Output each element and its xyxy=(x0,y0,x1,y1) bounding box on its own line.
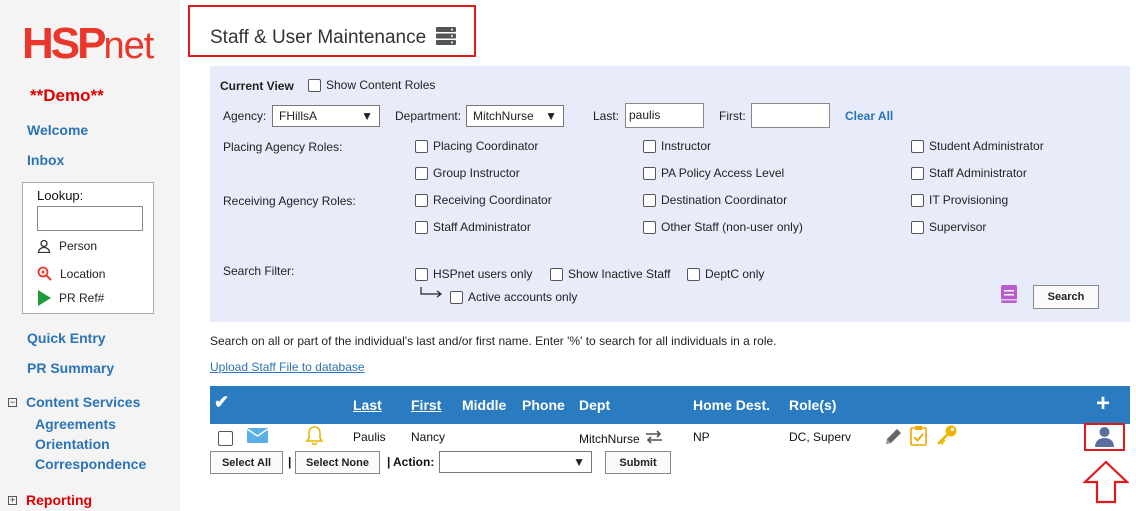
action-select[interactable]: ▼ xyxy=(439,451,592,473)
department-label: Department: xyxy=(395,109,462,123)
row-last: Paulis xyxy=(353,430,386,444)
column-home-dest: Home Dest. xyxy=(693,397,771,413)
staff-administrator-receiving-checkbox[interactable]: Staff Administrator xyxy=(415,220,531,234)
collapse-content-services-icon[interactable]: − xyxy=(8,398,17,407)
column-middle: Middle xyxy=(462,397,507,413)
bell-icon[interactable] xyxy=(305,425,324,445)
up-arrow-annotation-icon xyxy=(1083,460,1129,504)
receiving-coordinator-checkbox[interactable]: Receiving Coordinator xyxy=(415,193,552,207)
student-administrator-checkbox[interactable]: Student Administrator xyxy=(911,139,1044,153)
other-staff-checkbox[interactable]: Other Staff (non-user only) xyxy=(643,220,803,234)
nav-content-services[interactable]: Content Services xyxy=(26,394,140,410)
destination-coordinator-checkbox[interactable]: Destination Coordinator xyxy=(643,193,787,207)
upload-staff-file-link[interactable]: Upload Staff File to database xyxy=(210,360,365,374)
deptc-only-checkbox[interactable]: DeptC only xyxy=(687,267,764,281)
table-header: ✔ Last First Middle Phone Dept Home Dest… xyxy=(210,386,1130,424)
column-first[interactable]: First xyxy=(411,397,441,413)
dropdown-arrow-icon: ▼ xyxy=(545,109,557,123)
show-inactive-staff-checkbox[interactable]: Show Inactive Staff xyxy=(550,267,671,281)
show-content-roles-checkbox[interactable]: Show Content Roles xyxy=(308,78,435,92)
book-icon[interactable] xyxy=(1000,284,1018,304)
first-name-input[interactable] xyxy=(751,103,830,128)
nav-correspondence[interactable]: Correspondence xyxy=(35,456,146,472)
separator: | xyxy=(387,455,391,469)
sidebar: HSPnet **Demo** Welcome Inbox Lookup: Pe… xyxy=(0,0,180,511)
lookup-input[interactable] xyxy=(37,206,143,231)
search-filter-label: Search Filter: xyxy=(223,264,295,278)
dropdown-arrow-icon: ▼ xyxy=(573,455,585,469)
select-all-button[interactable]: Select All xyxy=(210,451,283,474)
search-button[interactable]: Search xyxy=(1033,285,1099,309)
group-instructor-checkbox[interactable]: Group Instructor xyxy=(415,166,520,180)
server-stack-icon[interactable] xyxy=(436,27,456,45)
play-triangle-icon xyxy=(38,290,51,306)
row-first: Nancy xyxy=(411,430,446,444)
separator: | xyxy=(288,455,292,469)
last-label: Last: xyxy=(593,109,620,123)
row-dept: MitchNurse xyxy=(579,432,640,446)
lookup-location[interactable]: Location xyxy=(37,266,105,281)
current-view-label: Current View xyxy=(220,79,294,93)
row-home-dest: NP xyxy=(693,430,710,444)
department-select[interactable]: MitchNurse ▼ xyxy=(466,105,564,127)
sub-option-arrow-icon xyxy=(420,287,442,298)
last-name-input[interactable]: paulis xyxy=(625,103,704,128)
nav-reporting[interactable]: Reporting xyxy=(26,492,92,508)
action-label: Action: xyxy=(393,455,435,469)
agency-select[interactable]: FHillsA ▼ xyxy=(272,105,380,127)
filter-panel: Current View Show Content Roles Agency: … xyxy=(210,66,1130,322)
column-roles: Role(s) xyxy=(789,397,837,413)
nav-agreements[interactable]: Agreements xyxy=(35,416,116,432)
instructor-checkbox[interactable]: Instructor xyxy=(643,139,711,153)
pa-policy-access-level-checkbox[interactable]: PA Policy Access Level xyxy=(643,166,784,180)
column-dept: Dept xyxy=(579,397,611,413)
add-staff-plus-icon[interactable]: + xyxy=(1096,390,1110,418)
select-all-check-icon[interactable]: ✔ xyxy=(214,392,229,413)
hspnet-users-only-checkbox[interactable]: HSPnet users only xyxy=(415,267,532,281)
edit-pencil-icon[interactable] xyxy=(884,427,903,446)
column-phone: Phone xyxy=(522,397,565,413)
placing-coordinator-checkbox[interactable]: Placing Coordinator xyxy=(415,139,538,153)
hspnet-logo[interactable]: HSPnet xyxy=(22,22,154,68)
key-icon[interactable] xyxy=(936,424,958,446)
person-icon xyxy=(37,239,51,253)
location-search-icon xyxy=(37,266,52,281)
transfer-arrows-icon[interactable] xyxy=(645,430,663,444)
email-envelope-icon[interactable] xyxy=(247,428,268,443)
agency-label: Agency: xyxy=(223,109,267,123)
staff-administrator-placing-checkbox[interactable]: Staff Administrator xyxy=(911,166,1027,180)
lookup-box: Lookup: Person Location PR Ref# xyxy=(22,182,154,314)
select-none-button[interactable]: Select None xyxy=(295,451,380,474)
expand-reporting-icon[interactable]: + xyxy=(8,496,17,505)
nav-orientation[interactable]: Orientation xyxy=(35,436,110,452)
row-checkbox[interactable] xyxy=(218,431,233,446)
clear-all-link[interactable]: Clear All xyxy=(845,109,893,123)
nav-pr-summary[interactable]: PR Summary xyxy=(27,360,114,376)
it-provisioning-checkbox[interactable]: IT Provisioning xyxy=(911,193,1008,207)
dropdown-arrow-icon: ▼ xyxy=(361,109,373,123)
lookup-pr-ref[interactable]: PR Ref# xyxy=(37,290,104,306)
nav-welcome[interactable]: Welcome xyxy=(27,122,88,138)
search-hint: Search on all or part of the individual'… xyxy=(210,334,777,348)
receiving-roles-label: Receiving Agency Roles: xyxy=(223,194,356,208)
submit-button[interactable]: Submit xyxy=(605,451,671,474)
placing-roles-label: Placing Agency Roles: xyxy=(223,140,343,154)
page-title: Staff & User Maintenance xyxy=(210,27,427,48)
nav-inbox[interactable]: Inbox xyxy=(27,152,64,168)
column-last[interactable]: Last xyxy=(353,397,382,413)
first-label: First: xyxy=(719,109,746,123)
active-accounts-only-checkbox[interactable]: Active accounts only xyxy=(450,290,577,304)
nav-quick-entry[interactable]: Quick Entry xyxy=(27,330,106,346)
row-roles: DC, Superv xyxy=(789,430,852,444)
page-title-box: Staff & User Maintenance xyxy=(188,5,476,57)
demo-label: **Demo** xyxy=(30,86,104,105)
lookup-person[interactable]: Person xyxy=(37,239,97,253)
checklist-icon[interactable] xyxy=(910,425,927,446)
user-account-icon[interactable] xyxy=(1094,426,1115,447)
supervisor-checkbox[interactable]: Supervisor xyxy=(911,220,986,234)
lookup-label: Lookup: xyxy=(37,188,84,203)
